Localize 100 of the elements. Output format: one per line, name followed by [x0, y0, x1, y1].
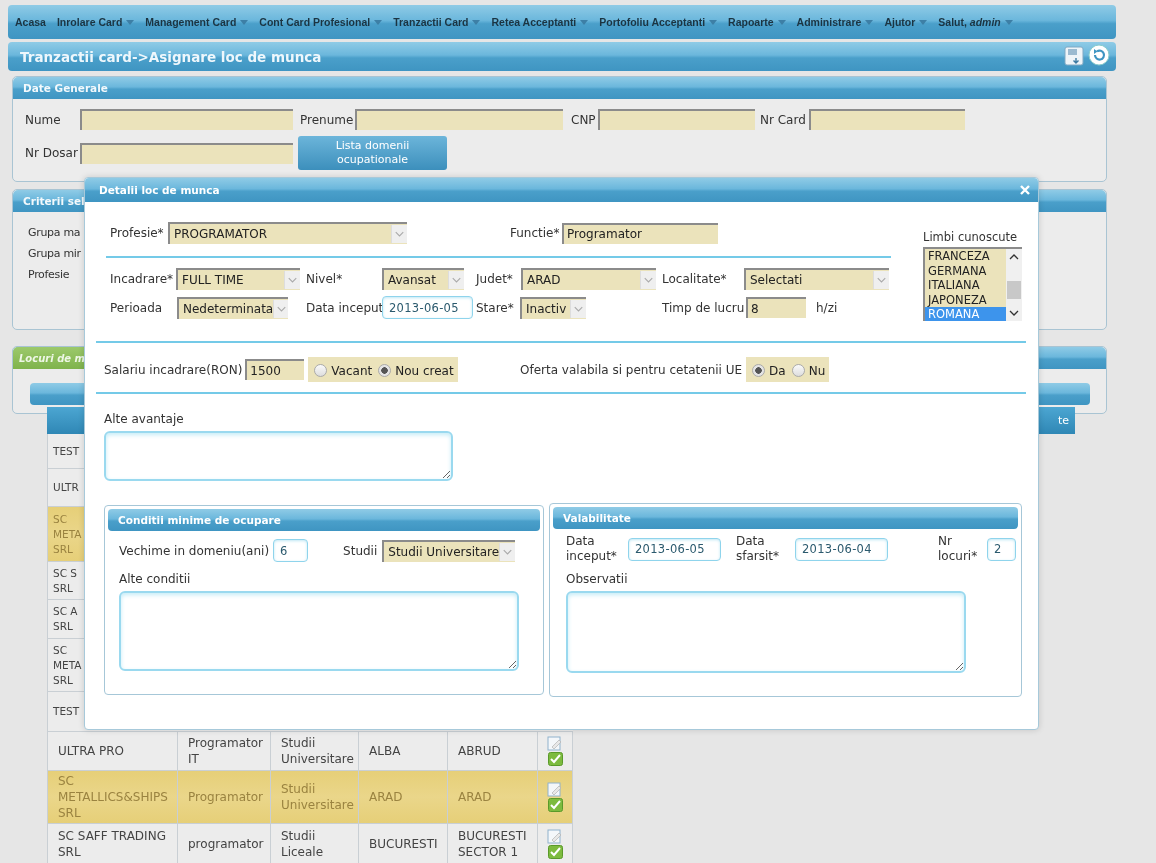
menu-item[interactable]: Management Card — [144, 16, 250, 28]
input-field[interactable] — [355, 109, 563, 130]
menu-item[interactable]: Acasa — [14, 16, 47, 28]
field-label: Perioada — [110, 300, 164, 315]
field-label: Nr Dosar — [25, 146, 79, 160]
input-field[interactable]: 6 — [273, 539, 309, 562]
caret-icon — [284, 271, 300, 289]
panel-header: Date Generale — [13, 77, 1106, 99]
list-item[interactable]: FRANCEZA — [925, 249, 1006, 264]
field-label: Localitate* — [662, 272, 728, 286]
field-label: Vechime in domeniu(ani) — [119, 543, 270, 558]
field-label: Oferta valabila si pentru cetatenii UE — [520, 362, 743, 377]
menu-item[interactable]: Inrolare Card — [55, 16, 136, 28]
table-row[interactable]: ULTRA PRO Programator IT Studii Universitare ALBA ABRUD — [47, 732, 573, 771]
date-field[interactable]: 2013-06-05 — [628, 537, 721, 561]
list-item[interactable]: JAPONEZA — [925, 292, 1006, 307]
field-label: CNP — [570, 112, 597, 127]
caret-icon — [448, 271, 464, 289]
language-list[interactable]: FRANCEZA GERMANA ITALIANA JAPONEZA ROMANA — [923, 247, 1022, 321]
field-label: Incadrare* — [110, 272, 175, 286]
field-label: Stare* — [476, 300, 515, 315]
table-cell: ARAD — [358, 771, 447, 823]
table-row[interactable]: SC SAFF TRADING SRL programator Studii Liceale BUCURESTI BUCURESTI SECTOR 1 — [47, 824, 573, 863]
input-field[interactable] — [80, 142, 293, 164]
table-cell: SC METALLICS&SHIPS SRL — [47, 771, 177, 823]
input-field[interactable]: 8 — [746, 297, 806, 318]
field-label: Nr Card — [759, 112, 807, 127]
field-label: Studii — [343, 543, 378, 558]
table-cell: ALBA — [358, 732, 447, 770]
field-label: Prenume — [299, 112, 355, 127]
table-cell: Studii Liceale — [270, 824, 358, 863]
menu-item[interactable]: Rapoarte — [727, 16, 787, 28]
field-label: Profesie — [28, 268, 70, 281]
menu-item[interactable]: Tranzactii Card — [392, 16, 482, 28]
edit-icon[interactable] — [547, 782, 563, 797]
caret-icon — [273, 299, 288, 318]
edit-icon[interactable] — [547, 828, 563, 844]
table-cell: BUCURESTI — [358, 824, 447, 863]
list-item[interactable]: ITALIANA — [925, 278, 1006, 293]
check-icon[interactable] — [547, 798, 563, 812]
table-cell: ABRUD — [447, 732, 537, 770]
radio-option[interactable]: Da — [752, 363, 786, 378]
dropdown[interactable]: Avansat — [382, 268, 464, 290]
field-label: Timp de lucru — [662, 300, 746, 315]
field-label: Data inceput* — [566, 534, 618, 564]
menu-item[interactable]: Ajutor — [883, 16, 929, 28]
field-label: Alte avantaje — [104, 412, 184, 426]
table-cell: Studii Universitare — [270, 732, 358, 770]
menu-item[interactable]: Retea Acceptanti — [490, 16, 590, 28]
text-area[interactable] — [104, 431, 453, 481]
column-header: te — [1057, 414, 1069, 427]
menu-item[interactable]: Administrare — [795, 16, 875, 28]
dropdown[interactable]: FULL TIME — [176, 268, 300, 290]
input-field[interactable] — [598, 109, 755, 130]
field-label: Salariu incadrare(RON) — [104, 362, 243, 377]
text-area[interactable] — [566, 591, 966, 673]
table-cell: Programator IT — [177, 732, 270, 770]
caret-icon — [873, 271, 889, 289]
field-label: h/zi — [816, 300, 838, 315]
input-field[interactable]: Programator — [562, 222, 718, 244]
check-icon[interactable] — [547, 844, 563, 859]
dropdown[interactable]: Inactiv — [520, 296, 586, 319]
section-header: Valabilitate — [553, 507, 1018, 529]
scrollbar[interactable] — [1006, 249, 1022, 321]
radio-option[interactable]: Nou creat — [378, 363, 454, 378]
input-field[interactable] — [80, 109, 293, 130]
dropdown[interactable]: Studii Universitare — [382, 539, 516, 562]
input-field[interactable]: 2 — [987, 537, 1016, 561]
refresh-icon[interactable] — [1088, 43, 1110, 66]
menu-item[interactable]: Portofoliu Acceptanti — [598, 16, 719, 28]
list-item[interactable]: GERMANA — [925, 263, 1006, 278]
input-field[interactable]: 1500 — [245, 359, 305, 380]
dropdown[interactable]: Nedeterminata — [177, 296, 288, 319]
field-label: Grupa mir — [28, 247, 81, 260]
date-field[interactable]: 2013-06-04 — [795, 537, 888, 561]
table-cell: programator — [177, 824, 270, 863]
menu-item[interactable]: Salut, admin — [937, 16, 1014, 28]
input-field[interactable] — [809, 109, 965, 130]
table-cell: ARAD — [447, 771, 537, 823]
text-area[interactable] — [119, 591, 519, 671]
table-cell: BUCURESTI SECTOR 1 — [447, 824, 537, 863]
menu-item[interactable]: Cont Card Profesional — [258, 16, 384, 28]
date-field[interactable]: 2013-06-05 — [382, 296, 473, 319]
dropdown[interactable]: ARAD — [521, 268, 656, 290]
edit-icon[interactable] — [547, 736, 563, 751]
field-label: Nr locuri* — [938, 534, 979, 564]
field-label: Judet* — [476, 272, 514, 286]
field-label: Limbi cunoscute — [923, 230, 1018, 244]
save-icon[interactable] — [1064, 45, 1084, 66]
radio-option[interactable]: Vacant — [314, 363, 373, 378]
check-icon[interactable] — [547, 752, 563, 766]
field-label: Profesie* — [110, 226, 165, 240]
caret-icon — [391, 225, 407, 243]
close-icon[interactable] — [1020, 185, 1030, 195]
dropdown[interactable]: PROGRAMATOR — [168, 222, 407, 244]
table-cell: Programator — [177, 771, 270, 823]
field-label: Grupa ma — [28, 226, 81, 239]
dropdown[interactable]: Selectati — [744, 268, 889, 290]
table-cell: SC SAFF TRADING SRL — [47, 824, 177, 863]
radio-option[interactable]: Nu — [791, 363, 826, 378]
